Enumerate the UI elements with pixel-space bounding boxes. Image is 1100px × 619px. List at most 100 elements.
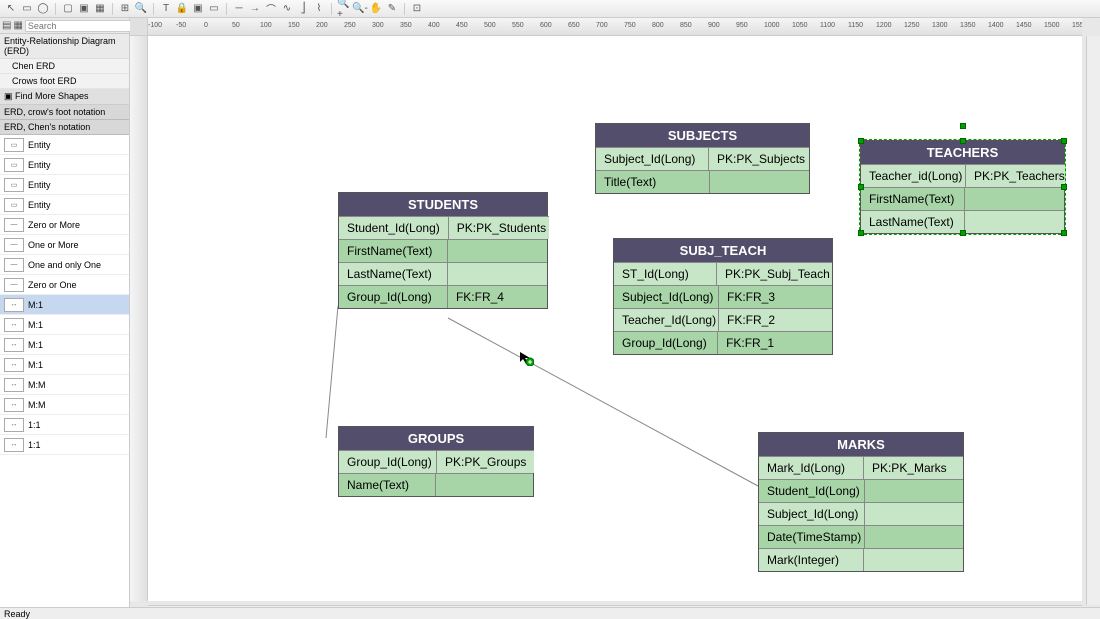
canvas[interactable]: STUDENTSStudent_Id(Long)PK:PK_StudentsFi…: [148, 36, 1082, 601]
line-tool-icon[interactable]: ─: [232, 2, 246, 16]
field-name: Teacher_id(Long): [861, 164, 966, 187]
arrow-tool-icon[interactable]: →: [248, 2, 262, 16]
shape-label: Zero or One: [28, 280, 77, 290]
shape-item[interactable]: ▭Entity: [0, 135, 129, 155]
field-key: [448, 239, 547, 262]
shape-preview-icon: ▭: [4, 178, 24, 192]
entity-teachers[interactable]: TEACHERSTeacher_id(Long)PK:PK_TeachersFi…: [860, 140, 1065, 234]
tag-chen[interactable]: ERD, Chen's notation: [0, 120, 129, 135]
field-key: PK:PK_Groups: [437, 450, 534, 473]
status-text: Ready: [4, 609, 30, 619]
screen-tool-icon[interactable]: ▣: [77, 2, 91, 16]
shape-item[interactable]: ↔ 1:1: [0, 415, 129, 435]
shape-preview-icon: ↔: [4, 418, 24, 432]
entity-title: SUBJECTS: [596, 124, 809, 147]
hand-tool-icon[interactable]: ✋: [369, 2, 383, 16]
shape-item[interactable]: ↔ M:1: [0, 315, 129, 335]
grid-tool-icon[interactable]: ⊞: [118, 2, 132, 16]
box-tool-icon[interactable]: ▢: [61, 2, 75, 16]
fit-tool-icon[interactable]: ⊡: [410, 2, 424, 16]
field-name: Name(Text): [339, 473, 436, 496]
tree-root[interactable]: Entity-Relationship Diagram (ERD): [0, 34, 129, 59]
shape-item[interactable]: ↔M:M: [0, 375, 129, 395]
field-name: Date(TimeStamp): [759, 525, 865, 548]
shape-label: One or More: [28, 240, 79, 250]
shape-item[interactable]: ▭Entity: [0, 195, 129, 215]
cube-tool-icon[interactable]: ▦: [93, 2, 107, 16]
entity-row: Teacher_Id(Long)FK:FR_2: [614, 308, 832, 331]
entity-row: Group_Id(Long)PK:PK_Groups: [339, 450, 533, 473]
scrollbar-v[interactable]: [1086, 36, 1100, 605]
field-name: FirstName(Text): [339, 239, 448, 262]
shape-item[interactable]: ↔M:1: [0, 295, 129, 315]
pointer-tool-icon[interactable]: ↖: [4, 2, 18, 16]
entity-row: Subject_Id(Long)FK:FR_3: [614, 285, 832, 308]
ruler-horizontal: -100-50050100150200250300350400450500550…: [148, 18, 1082, 36]
shape-label: 1:1: [28, 420, 41, 430]
entity-marks[interactable]: MARKSMark_Id(Long)PK:PK_MarksStudent_Id(…: [758, 432, 964, 572]
entity-row: Teacher_id(Long)PK:PK_Teachers: [861, 164, 1064, 187]
field-name: ST_Id(Long): [614, 262, 717, 285]
curve-tool-icon[interactable]: ∿: [280, 2, 294, 16]
shape-label: M:1: [28, 340, 43, 350]
shape-label: Entity: [28, 180, 51, 190]
toggle2-icon[interactable]: ▦: [13, 19, 22, 33]
shape-preview-icon: —: [4, 278, 24, 292]
shape-item[interactable]: —One and only One: [0, 255, 129, 275]
field-name: Subject_Id(Long): [614, 285, 719, 308]
polyline-tool-icon[interactable]: ⎦: [296, 2, 310, 16]
shape-preview-icon: ↔: [4, 438, 24, 452]
toggle1-icon[interactable]: ▤: [2, 19, 11, 33]
shape-item[interactable]: ▭ Entity: [0, 175, 129, 195]
entity-title: SUBJ_TEACH: [614, 239, 832, 262]
field-key: PK:PK_Subj_Teach: [717, 262, 832, 285]
shape-item[interactable]: ▭Entity: [0, 155, 129, 175]
field-name: Title(Text): [596, 170, 710, 193]
field-name: Teacher_Id(Long): [614, 308, 719, 331]
shape-preview-icon: ↔: [4, 318, 24, 332]
shape-item[interactable]: ↔M:M: [0, 395, 129, 415]
ruler-corner: [130, 18, 148, 36]
shape-item[interactable]: ↔1:1: [0, 435, 129, 455]
shape-item[interactable]: —One or More: [0, 235, 129, 255]
entity-row: LastName(Text): [339, 262, 547, 285]
shape-label: M:1: [28, 320, 43, 330]
screen2-tool-icon[interactable]: ▣: [191, 2, 205, 16]
entity-students[interactable]: STUDENTSStudent_Id(Long)PK:PK_StudentsFi…: [338, 192, 548, 309]
shape-label: Entity: [28, 140, 51, 150]
bez-tool-icon[interactable]: ⌇: [312, 2, 326, 16]
entity-subj_teach[interactable]: SUBJ_TEACHST_Id(Long)PK:PK_Subj_TeachSub…: [613, 238, 833, 355]
ellipse-tool-icon[interactable]: ◯: [36, 2, 50, 16]
doc-tool-icon[interactable]: ▭: [207, 2, 221, 16]
edit-tool-icon[interactable]: ✎: [385, 2, 399, 16]
text-tool-icon[interactable]: T: [159, 2, 173, 16]
shape-item[interactable]: ↔M:1: [0, 335, 129, 355]
shape-item[interactable]: — Zero or One: [0, 275, 129, 295]
entity-groups[interactable]: GROUPSGroup_Id(Long)PK:PK_GroupsName(Tex…: [338, 426, 534, 497]
field-key: FK:FR_3: [719, 285, 832, 308]
field-name: Student_Id(Long): [759, 479, 865, 502]
arc-tool-icon[interactable]: ⌒: [264, 2, 278, 16]
field-key: [436, 473, 533, 496]
field-name: Subject_Id(Long): [759, 502, 865, 525]
tag-crowsfoot[interactable]: ERD, crow's foot notation: [0, 105, 129, 120]
shape-label: M:1: [28, 300, 43, 310]
field-key: [865, 479, 963, 502]
entity-subjects[interactable]: SUBJECTSSubject_Id(Long)PK:PK_SubjectsTi…: [595, 123, 810, 194]
find-more-shapes[interactable]: ▣ Find More Shapes: [0, 89, 129, 105]
field-key: [865, 525, 963, 548]
zoomout-tool-icon[interactable]: 🔍-: [353, 2, 367, 16]
entity-title: STUDENTS: [339, 193, 547, 216]
field-name: Group_Id(Long): [339, 450, 437, 473]
lock-tool-icon[interactable]: 🔒: [175, 2, 189, 16]
shape-item[interactable]: —Zero or More: [0, 215, 129, 235]
shape-preview-icon: ↔: [4, 378, 24, 392]
shape-item[interactable]: ↔M:1: [0, 355, 129, 375]
rect-tool-icon[interactable]: ▭: [20, 2, 34, 16]
shape-preview-icon: ↔: [4, 358, 24, 372]
zoomin-tool-icon[interactable]: 🔍+: [337, 2, 351, 16]
zoom-tool-icon[interactable]: 🔍: [134, 2, 148, 16]
field-key: FK:FR_1: [718, 331, 832, 354]
tree-item-chen[interactable]: Chen ERD: [0, 59, 129, 74]
tree-item-crows[interactable]: Crows foot ERD: [0, 74, 129, 89]
